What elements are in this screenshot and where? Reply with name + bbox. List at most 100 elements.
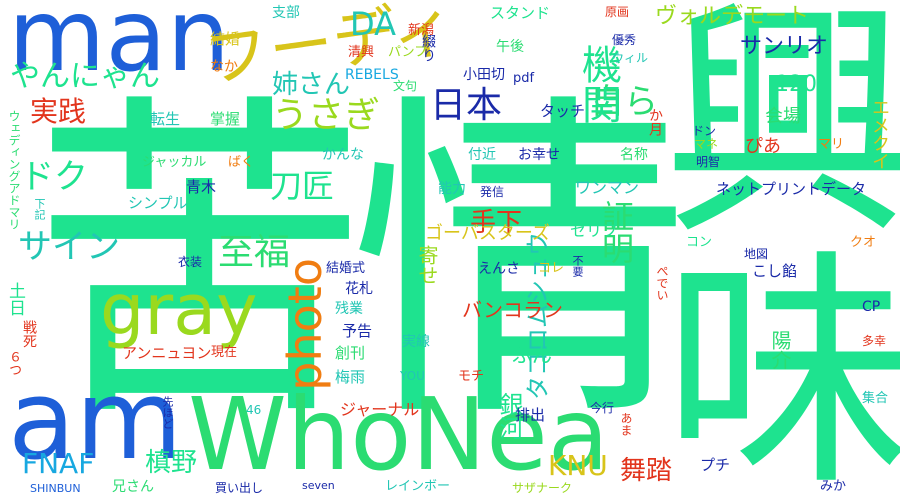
word-koshiame: こし餡 [752, 262, 798, 280]
word-sazanaku: サザナーク [512, 481, 573, 495]
word-yannyan: やんにゃん [10, 59, 160, 94]
word-rainbow: レインボー [385, 479, 451, 494]
word-odagiri: 小田切 [463, 67, 505, 83]
word-ghostbusters: ゴーバスターズ [425, 223, 550, 244]
word-fun: ふん [512, 343, 552, 367]
word-sakihodo: 先ほど [161, 396, 174, 429]
word-anesan: 姉さん [272, 70, 351, 100]
word-niisan: 兄さん [112, 479, 154, 495]
word-nouryoku: 能力 [438, 181, 466, 197]
word-zangyou: 残業 [335, 301, 363, 317]
word-don: ドン [692, 124, 717, 138]
word-kaijou: 会場 [765, 106, 801, 127]
word-serifu: セリフ [570, 221, 619, 240]
word-gray: gray [100, 269, 258, 351]
word-fnaf: FNAF [22, 447, 95, 480]
word-touch: タッチ [540, 102, 586, 120]
word-bankoran: バンコラン [462, 298, 563, 322]
word-gogo: 午後 [496, 39, 524, 55]
word-tsuzuri: 綴り [420, 34, 436, 62]
word-sanbyaku: 120 [775, 72, 817, 97]
word-tsuchi: 土日 [5, 282, 25, 316]
word-doku: ドク [20, 157, 88, 197]
word-ama: あま [619, 412, 633, 436]
word-fukin: 付近 [468, 147, 496, 163]
word-emukui: エメクイ [869, 98, 890, 170]
word-jackal: ジャッカル [142, 155, 207, 170]
word-cloud: 苦情 興味 man am WhoNea gray photo フーディ 自ら 機… [0, 0, 900, 500]
word-nihon: 日本 [430, 85, 503, 126]
word-genzai: 現在 [211, 345, 238, 360]
word-you: YOU [400, 369, 425, 383]
word-da: DA [350, 5, 396, 43]
word-katana: 刀匠 [270, 167, 335, 205]
word-meishou: 名称 [620, 147, 648, 163]
word-pdf: pdf [513, 71, 535, 86]
word-mitsu: ６つ [6, 350, 21, 376]
word-sanrio: サンリオ [740, 34, 829, 59]
word-butou: 舞踏 [620, 456, 673, 486]
word-yosei: 寄せ [415, 245, 439, 285]
word-pia: ぴあ [745, 136, 781, 157]
word-photo: photo [278, 258, 332, 391]
word-tabun: 多幸 [862, 334, 887, 348]
word-kagetsu: か月 [647, 108, 663, 136]
word-meichi: 明智 [696, 155, 721, 169]
word-aoki: 青木 [186, 178, 217, 196]
word-stand: スタンド [490, 4, 551, 22]
word-seven: seven [302, 479, 335, 492]
word-mika: みか [820, 479, 847, 494]
word-haishutsu: 排出 [515, 406, 546, 424]
word-yokoku: 予告 [342, 322, 373, 340]
word-sain: サイン [18, 227, 120, 267]
word-fuyou: 不要 [571, 255, 584, 277]
word-kaidashi: 買い出し [215, 481, 264, 495]
word-mochi: モチ [458, 369, 485, 384]
word-kanna: かんな [322, 147, 364, 163]
word-kaki: 下記 [33, 198, 46, 220]
word-tensei: 転生 [150, 110, 181, 128]
word-knu: KNU [548, 449, 608, 482]
word-kimmen: 今行 [590, 401, 615, 415]
word-ensa: えんさ [478, 261, 520, 277]
word-mari: マリ [818, 137, 845, 152]
word-wedding: ウェディングアドマリ [7, 110, 21, 230]
word-cp: CP [862, 299, 881, 315]
word-kekkon: 結婚 [210, 30, 241, 48]
word-pedei: ぺでい [655, 265, 669, 301]
word-chizu: 地図 [744, 247, 769, 261]
word-bunku: 文句 [393, 79, 418, 93]
word-kore: コレ [538, 261, 565, 276]
word-simple: シンプル [128, 194, 188, 212]
word-yuushuu: 優秀 [612, 33, 637, 47]
word-senshi: 戦死 [21, 320, 37, 348]
word-naka: なか [210, 59, 238, 75]
word-anion: アンニュヨン [122, 344, 212, 362]
word-wanman: ワンマン [575, 178, 640, 197]
word-voldemort: ヴォルデモート [655, 4, 810, 29]
word-mane: マネ [694, 137, 719, 151]
word-ishou: 衣装 [178, 255, 203, 269]
word-shibu: 支部 [272, 5, 300, 21]
word-baku: ばく [228, 155, 255, 170]
word-seikyou: 清興 [348, 45, 375, 60]
word-netprint: ネットプリントデータ [716, 180, 867, 198]
word-yousuke: 陽介 [768, 330, 792, 370]
word-kuo: クオ [850, 235, 877, 250]
word-kekkonshiki: 結婚式 [326, 261, 366, 276]
word-hanafuda: 花札 [345, 281, 373, 297]
word-gensaku: 原画 [605, 5, 630, 19]
word-journal: ジャーナル [340, 400, 420, 419]
word-souhan: 創刊 [335, 344, 366, 362]
word-oshiawase: お幸せ [518, 147, 560, 163]
word-shouaku: 掌握 [210, 110, 241, 128]
word-petit: プチ [700, 456, 731, 474]
word-jissen2: 実線 [402, 334, 430, 350]
word-makino: 槙野 [145, 448, 198, 478]
word-shuugou: 集合 [862, 391, 889, 406]
word-hasshin: 発信 [480, 185, 505, 199]
word-shinbun: SHINBUN [30, 482, 81, 495]
word-jissen: 実践 [30, 95, 87, 128]
word-rebels: REBELS [345, 67, 399, 83]
word-will: ウィル [612, 51, 649, 65]
